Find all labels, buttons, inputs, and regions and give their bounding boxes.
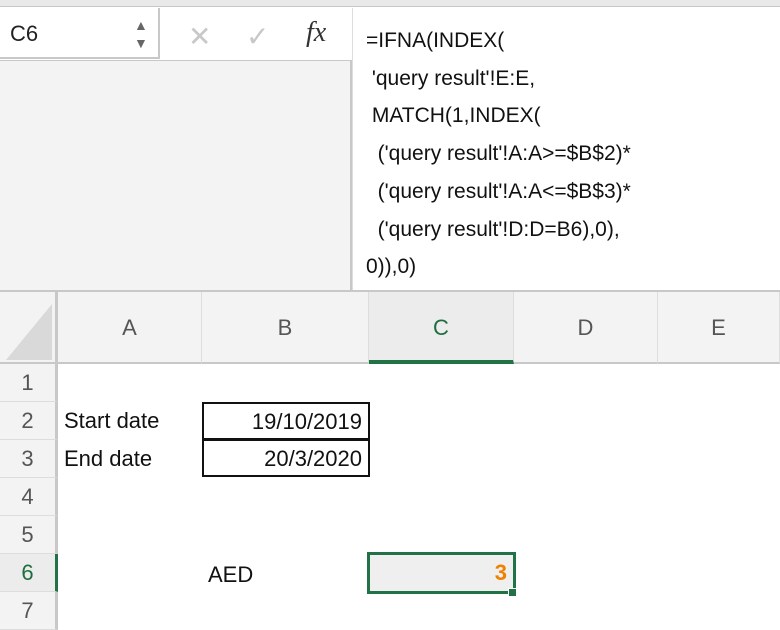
column-header-d[interactable]: D [514,292,658,364]
fill-handle[interactable] [508,588,517,597]
formula-input[interactable]: =IFNA(INDEX( 'query result'!E:E, MATCH(1… [352,8,780,290]
cell-a3[interactable]: End date [64,441,152,479]
cell-b6[interactable]: AED [208,557,253,595]
toolbar-strip [0,0,780,7]
cell-c6-selected[interactable]: 3 [367,552,516,594]
name-box[interactable]: C6 ▲ ▼ [0,8,160,59]
row-header-3[interactable]: 3 [0,440,58,478]
row-header-7[interactable]: 7 [0,592,58,630]
cell-a2[interactable]: Start date [64,403,159,441]
name-box-spinner-icon[interactable]: ▲ ▼ [134,16,148,52]
insert-function-icon[interactable]: fx [306,17,326,49]
select-all-button[interactable] [0,292,58,364]
formula-bar-left-panel [0,60,352,290]
cancel-icon[interactable]: ✕ [188,20,211,53]
row-header-6[interactable]: 6 [0,554,58,592]
column-header-b[interactable]: B [202,292,369,364]
cell-b2[interactable]: 19/10/2019 [202,402,370,440]
row-header-4[interactable]: 4 [0,478,58,516]
column-header-e[interactable]: E [658,292,780,364]
formula-text: =IFNA(INDEX( 'query result'!E:E, MATCH(1… [366,29,631,279]
column-header-a[interactable]: A [58,292,202,364]
name-box-value: C6 [10,21,39,46]
formula-bar-buttons: ✕ ✓ fx [162,8,352,60]
row-header-5[interactable]: 5 [0,516,58,554]
enter-icon[interactable]: ✓ [246,20,269,53]
column-header-c[interactable]: C [369,292,514,364]
row-header-2[interactable]: 2 [0,402,58,440]
row-header-1[interactable]: 1 [0,364,58,402]
select-all-triangle-icon [6,304,52,360]
spreadsheet-grid[interactable]: A B C D E 1 2 3 4 5 6 7 Start date 19/10… [0,290,780,630]
cell-b3[interactable]: 20/3/2020 [202,439,370,477]
